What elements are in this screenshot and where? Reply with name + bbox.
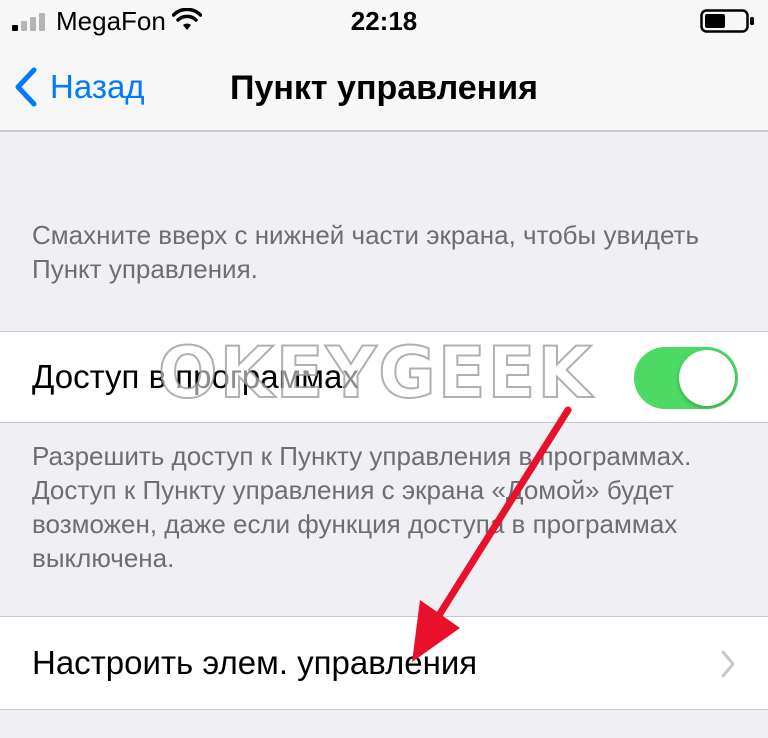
header-description: Смахните вверх с нижней части экрана, чт… [32,220,700,284]
access-description: Разрешить доступ к Пункту управления в п… [32,441,692,573]
customize-controls-label: Настроить элем. управления [32,644,478,681]
customize-controls-row[interactable]: Настроить элем. управления [0,616,768,710]
chevron-right-icon [721,650,735,678]
page-title: Пункт управления [230,69,538,107]
battery-icon [700,9,754,33]
status-bar: MegaFon 22:18 [0,0,768,44]
access-in-apps-row: Доступ в программах [0,331,768,423]
toggle-knob [679,350,735,406]
access-in-apps-label: Доступ в программах [32,358,359,395]
clock: 22:18 [350,6,418,36]
navigation-bar: Назад Пункт управления [0,44,768,132]
access-in-apps-toggle[interactable] [634,347,738,409]
